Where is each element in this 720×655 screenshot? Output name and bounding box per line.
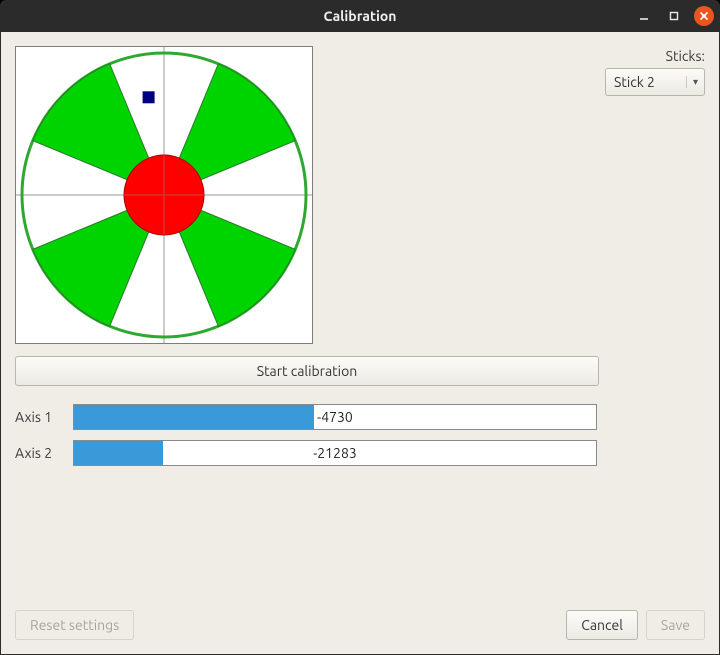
axis-row: Axis 1 -4730 xyxy=(15,404,597,430)
chevron-down-icon: ▾ xyxy=(686,76,698,88)
axes-list: Axis 1 -4730 Axis 2 -21283 xyxy=(15,404,597,466)
axis-row: Axis 2 -21283 xyxy=(15,440,597,466)
save-button[interactable]: Save xyxy=(646,610,705,640)
sticks-select-value: Stick 2 xyxy=(614,74,655,90)
window-title: Calibration xyxy=(0,8,720,24)
client-area: Sticks: Stick 2 ▾ Start calibration Axis… xyxy=(0,32,720,655)
sticks-label: Sticks: xyxy=(666,48,705,64)
axis-2-value: -21283 xyxy=(74,441,596,465)
axis-1-value: -4730 xyxy=(74,405,596,429)
titlebar: Calibration xyxy=(0,0,720,32)
reset-settings-label: Reset settings xyxy=(30,617,119,633)
stick-visualization xyxy=(15,46,313,344)
axis-1-bar: -4730 xyxy=(73,404,597,430)
start-calibration-label: Start calibration xyxy=(257,363,358,379)
start-calibration-button[interactable]: Start calibration xyxy=(15,356,599,386)
reset-settings-button[interactable]: Reset settings xyxy=(15,610,134,640)
window-controls xyxy=(634,0,714,32)
close-icon[interactable] xyxy=(694,6,714,26)
minimize-icon[interactable] xyxy=(634,6,654,26)
save-label: Save xyxy=(661,617,690,633)
axis-2-bar: -21283 xyxy=(73,440,597,466)
cancel-label: Cancel xyxy=(581,617,623,633)
maximize-icon[interactable] xyxy=(664,6,684,26)
axis-label: Axis 1 xyxy=(15,409,63,425)
sticks-select[interactable]: Stick 2 ▾ xyxy=(605,68,705,96)
axis-label: Axis 2 xyxy=(15,445,63,461)
cancel-button[interactable]: Cancel xyxy=(566,610,638,640)
